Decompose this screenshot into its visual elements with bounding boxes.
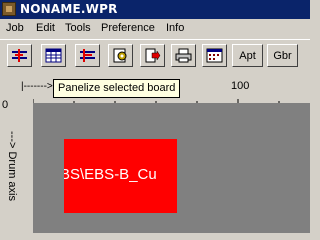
app-icon[interactable]: [2, 2, 16, 16]
export-icon: [145, 48, 161, 63]
calendar-icon: [206, 48, 223, 63]
apt-button-label: Apt: [239, 49, 256, 62]
menu-tools[interactable]: Tools: [65, 22, 91, 34]
print-button[interactable]: [171, 44, 196, 67]
toolbar: Apt Gbr: [0, 39, 310, 70]
grid-icon: [45, 48, 62, 63]
add-board-button[interactable]: [7, 44, 32, 67]
y-axis-label: ---> Drum axis: [6, 131, 18, 201]
menu-info[interactable]: Info: [166, 22, 184, 34]
calendar-button[interactable]: [202, 44, 227, 67]
panelize-button[interactable]: [75, 44, 100, 67]
title-bar: NONAME.WPR: [0, 0, 310, 19]
grid-view-button[interactable]: [41, 44, 66, 67]
gbr-button[interactable]: Gbr: [267, 44, 298, 67]
gbr-button-label: Gbr: [273, 49, 292, 62]
window-title: NONAME.WPR: [20, 2, 118, 16]
add-board-icon: [12, 49, 27, 62]
board-label: BS\EBS-B_Cu: [64, 166, 157, 183]
menu-edit[interactable]: Edit: [36, 22, 55, 34]
panelize-icon: [80, 49, 95, 62]
board-settings-button[interactable]: [108, 44, 133, 67]
menu-bar: Job Edit Tools Preference Info: [0, 19, 310, 38]
menu-preference[interactable]: Preference: [101, 22, 155, 34]
printer-icon: [175, 48, 192, 63]
export-button[interactable]: [140, 44, 165, 67]
y-tick-label-0: 0: [2, 99, 9, 111]
apt-button[interactable]: Apt: [232, 44, 263, 67]
x-tick-label-100: 100: [231, 80, 250, 92]
x-axis-label: |------->: [21, 81, 53, 92]
gear-document-icon: [113, 48, 127, 63]
menu-job[interactable]: Job: [6, 22, 24, 34]
tooltip: Panelize selected board: [53, 79, 181, 98]
board[interactable]: BS\EBS-B_Cu: [64, 139, 177, 213]
